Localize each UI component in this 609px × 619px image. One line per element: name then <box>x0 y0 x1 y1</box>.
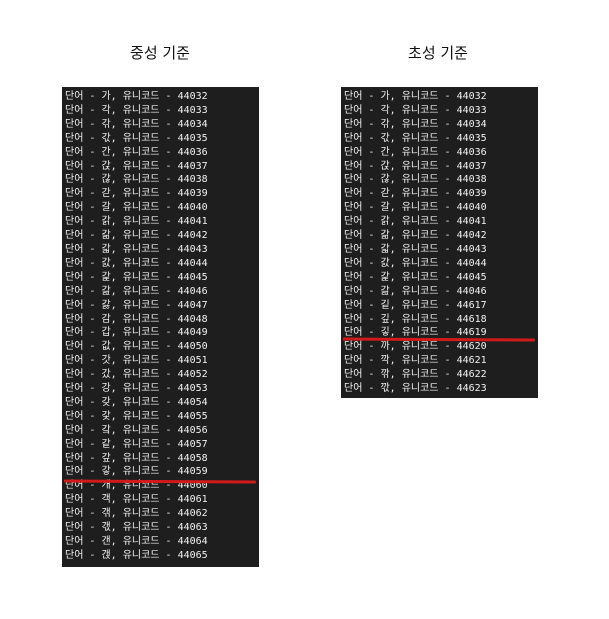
left-output-line: 단어 - 값, 유니코드 - 44050 <box>65 341 208 353</box>
left-output-line: 단어 - 갔, 유니코드 - 44052 <box>65 369 208 381</box>
left-output-line: 단어 - 같, 유니코드 - 44057 <box>65 438 208 450</box>
right-output-line: 단어 - 깊, 유니코드 - 44618 <box>344 313 487 325</box>
right-output-line: 단어 - 갇, 유니코드 - 44039 <box>344 188 487 200</box>
left-output-line: 단어 - 가, 유니코드 - 44032 <box>65 91 208 102</box>
right-terminal-output: 단어 - 가, 유니코드 - 44032 단어 - 각, 유니코드 - 44033… <box>341 87 538 398</box>
left-output-line: 단어 - 갖, 유니코드 - 44054 <box>65 396 208 408</box>
left-output-line: 단어 - 갓, 유니코드 - 44051 <box>65 355 208 367</box>
left-output-line: 단어 - 갏, 유니코드 - 44047 <box>65 299 208 311</box>
right-output-line: 단어 - 갊, 유니코드 - 44042 <box>344 230 487 242</box>
left-output-line: 단어 - 갠, 유니코드 - 44064 <box>65 536 208 547</box>
right-output-line: 단어 - 깍, 유니코드 - 44621 <box>344 355 487 367</box>
right-output-line: 단어 - 가, 유니코드 - 44032 <box>344 91 487 102</box>
right-output-line: 단어 - 갈, 유니코드 - 44040 <box>344 202 487 214</box>
left-output-line: 단어 - 갇, 유니코드 - 44039 <box>65 188 208 200</box>
right-output-line: 단어 - 갌, 유니코드 - 44044 <box>344 257 487 269</box>
left-output-line: 단어 - 갋, 유니코드 - 44043 <box>65 243 208 255</box>
right-output-line: 단어 - 갃, 유니코드 - 44035 <box>344 132 487 144</box>
left-output-line: 단어 - 갟, 유니코드 - 44063 <box>65 522 208 534</box>
left-output-line: 단어 - 갘, 유니코드 - 44056 <box>65 424 208 436</box>
left-output-line: 단어 - 갂, 유니코드 - 44034 <box>65 118 208 130</box>
left-output-line: 단어 - 갚, 유니코드 - 44058 <box>65 452 208 464</box>
right-output-line: 단어 - 까, 유니코드 - 44620 <box>344 341 487 353</box>
right-panel-title: 초성 기준 <box>408 44 468 62</box>
left-output-line: 단어 - 객, 유니코드 - 44061 <box>65 494 208 506</box>
right-output-line: 단어 - 갍, 유니코드 - 44045 <box>344 271 487 283</box>
left-output-line: 단어 - 갃, 유니코드 - 44035 <box>65 132 208 144</box>
left-output-line: 단어 - 갑, 유니코드 - 44049 <box>65 327 208 339</box>
left-output-line: 단어 - 갞, 유니코드 - 44062 <box>65 508 208 520</box>
left-output-line: 단어 - 갗, 유니코드 - 44055 <box>65 410 208 422</box>
right-output-line: 단어 - 갎, 유니코드 - 44046 <box>344 285 487 297</box>
left-output-line: 단어 - 갈, 유니코드 - 44040 <box>65 202 208 214</box>
left-output-line: 단어 - 갉, 유니코드 - 44041 <box>65 216 208 228</box>
right-output-line: 단어 - 갅, 유니코드 - 44037 <box>344 160 487 172</box>
left-output-line: 단어 - 강, 유니코드 - 44053 <box>65 383 208 395</box>
left-output-line: 단어 - 갎, 유니코드 - 44046 <box>65 285 208 297</box>
right-output-line: 단어 - 깎, 유니코드 - 44622 <box>344 369 487 381</box>
left-output-line: 단어 - 갆, 유니코드 - 44038 <box>65 174 208 186</box>
left-output-line: 단어 - 각, 유니코드 - 44033 <box>65 104 208 116</box>
left-output-line: 단어 - 간, 유니코드 - 44036 <box>65 146 208 158</box>
left-output-line: 단어 - 갡, 유니코드 - 44065 <box>65 549 208 561</box>
left-output-line: 단어 - 갛, 유니코드 - 44059 <box>65 466 208 478</box>
right-output-line: 단어 - 갆, 유니코드 - 44038 <box>344 174 487 186</box>
left-output-line: 단어 - 감, 유니코드 - 44048 <box>65 313 208 325</box>
right-output-line: 단어 - 깏, 유니코드 - 44623 <box>344 383 487 395</box>
right-output-line: 단어 - 갋, 유니코드 - 44043 <box>344 243 487 255</box>
left-output-line: 단어 - 갌, 유니코드 - 44044 <box>65 257 208 269</box>
left-output-line: 단어 - 갅, 유니코드 - 44037 <box>65 160 208 172</box>
left-output-line: 단어 - 갍, 유니코드 - 44045 <box>65 271 208 283</box>
right-output-line: 단어 - 갉, 유니코드 - 44041 <box>344 216 487 228</box>
left-output-line: 단어 - 갊, 유니코드 - 44042 <box>65 230 208 242</box>
right-output-line: 단어 - 간, 유니코드 - 44036 <box>344 146 487 158</box>
left-terminal-output: 단어 - 가, 유니코드 - 44032 단어 - 각, 유니코드 - 44033… <box>62 87 259 567</box>
right-output-line: 단어 - 각, 유니코드 - 44033 <box>344 104 487 116</box>
right-output-line: 단어 - 깉, 유니코드 - 44617 <box>344 299 487 311</box>
right-output-line: 단어 - 갂, 유니코드 - 44034 <box>344 118 487 130</box>
left-panel-title: 중성 기준 <box>130 44 190 62</box>
